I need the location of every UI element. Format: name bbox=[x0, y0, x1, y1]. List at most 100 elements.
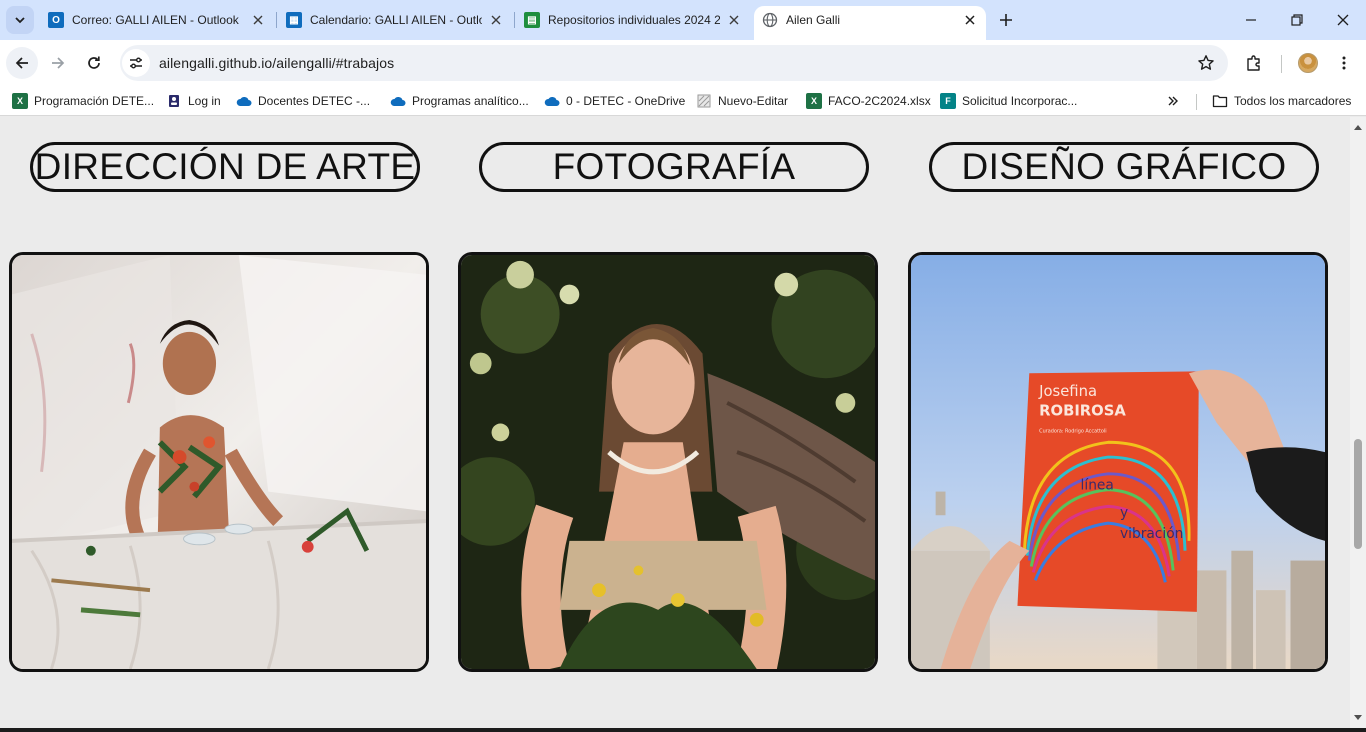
book-title-line-1: línea bbox=[1081, 478, 1114, 494]
calendar-icon: ▦ bbox=[286, 12, 302, 28]
scroll-down-arrow[interactable] bbox=[1354, 714, 1362, 722]
all-bookmarks-button[interactable]: Todos los marcadores bbox=[1212, 91, 1351, 111]
close-icon[interactable] bbox=[250, 12, 266, 28]
bookmark-label: Docentes DETEC -... bbox=[258, 94, 371, 108]
edit-icon bbox=[696, 93, 712, 109]
book-author-last: ROBIROSA bbox=[1039, 403, 1126, 420]
close-window-button[interactable] bbox=[1320, 0, 1366, 40]
forms-icon: F bbox=[940, 93, 956, 109]
onedrive-icon bbox=[390, 93, 406, 109]
category-label: DISEÑO GRÁFICO bbox=[961, 146, 1287, 187]
tab-strip: O Correo: GALLI AILEN - Outlook ▦ Calend… bbox=[0, 0, 1366, 40]
profile-button[interactable] bbox=[1292, 47, 1324, 79]
bookmark-star-button[interactable] bbox=[1196, 53, 1216, 73]
scroll-thumb[interactable] bbox=[1354, 439, 1362, 549]
book-title-line-3: vibración bbox=[1120, 526, 1183, 542]
restore-button[interactable] bbox=[1274, 0, 1320, 40]
close-icon[interactable] bbox=[488, 12, 504, 28]
arrow-left-icon bbox=[15, 57, 28, 69]
forward-button[interactable] bbox=[42, 47, 74, 79]
login-icon bbox=[166, 93, 182, 109]
tab-separator bbox=[276, 12, 277, 28]
bookmark-label: Nuevo-Editar bbox=[718, 94, 789, 108]
book-subtitle: Curadora: Rodrigo Accattoli bbox=[1039, 428, 1107, 434]
tab-title: Repositorios individuales 2024 2 bbox=[548, 13, 720, 27]
folder-icon bbox=[1212, 93, 1228, 109]
category-direccion-de-arte[interactable]: DIRECCIÓN DE ARTE bbox=[30, 142, 420, 192]
more-vert-icon bbox=[1342, 56, 1346, 70]
bookmark-label: Programación DETE... bbox=[34, 94, 155, 108]
close-icon[interactable] bbox=[962, 12, 978, 28]
category-fotografia[interactable]: FOTOGRAFÍA bbox=[479, 142, 869, 192]
art-direction-photo bbox=[12, 255, 426, 669]
bookmark-item[interactable]: Programas analítico... bbox=[390, 91, 529, 111]
category-label: DIRECCIÓN DE ARTE bbox=[34, 146, 416, 187]
bookmark-item[interactable]: X FACO-2C2024.xlsx bbox=[806, 91, 931, 111]
sheets-icon: ▤ bbox=[524, 12, 540, 28]
excel-icon: X bbox=[12, 93, 28, 109]
bookmark-label: Programas analítico... bbox=[412, 94, 529, 108]
category-diseno-grafico[interactable]: DISEÑO GRÁFICO bbox=[929, 142, 1319, 192]
bookmark-item[interactable]: F Solicitud Incorporac... bbox=[940, 91, 1077, 111]
browser-toolbar: ailengalli.github.io/ailengalli/#trabajo… bbox=[0, 40, 1366, 86]
bookmark-label: Log in bbox=[188, 94, 221, 108]
reload-button[interactable] bbox=[78, 47, 110, 79]
extensions-button[interactable] bbox=[1238, 47, 1270, 79]
tab-sheets-repositorios[interactable]: ▤ Repositorios individuales 2024 2 bbox=[516, 6, 750, 34]
graphic-design-image[interactable]: Josefina ROBIROSA Curadora: Rodrigo Acca… bbox=[908, 252, 1328, 672]
all-bookmarks-label: Todos los marcadores bbox=[1234, 94, 1352, 108]
new-tab-button[interactable] bbox=[994, 8, 1018, 32]
category-label: FOTOGRAFÍA bbox=[552, 146, 796, 187]
outlook-icon: O bbox=[48, 12, 64, 28]
bookmark-item[interactable]: Docentes DETEC -... bbox=[236, 91, 370, 111]
tab-title: Calendario: GALLI AILEN - Outlo bbox=[310, 13, 482, 27]
taskbar-edge bbox=[0, 728, 1366, 732]
tune-icon bbox=[130, 57, 142, 69]
bookmark-item[interactable]: Nuevo-Editar bbox=[696, 91, 788, 111]
bookmarks-separator bbox=[1196, 94, 1197, 110]
excel-icon: X bbox=[806, 93, 822, 109]
menu-button[interactable] bbox=[1328, 47, 1360, 79]
close-icon[interactable] bbox=[726, 12, 742, 28]
tab-outlook-mail[interactable]: O Correo: GALLI AILEN - Outlook bbox=[40, 6, 274, 34]
book-title-line-2: y bbox=[1120, 505, 1128, 521]
bookmarks-bar: X Programación DETE... Log in Docentes D… bbox=[0, 86, 1366, 116]
close-icon bbox=[1337, 14, 1349, 26]
plus-icon bbox=[1000, 14, 1012, 26]
minimize-button[interactable] bbox=[1228, 0, 1274, 40]
arrow-right-icon bbox=[52, 57, 65, 69]
art-direction-image[interactable] bbox=[9, 252, 429, 672]
star-icon bbox=[1198, 55, 1214, 70]
photography-image[interactable] bbox=[458, 252, 878, 672]
page-content: DIRECCIÓN DE ARTE FOTOGRAFÍA DISEÑO GRÁF… bbox=[0, 117, 1350, 728]
toolbar-separator bbox=[1281, 55, 1282, 73]
bookmarks-overflow-button[interactable] bbox=[1162, 91, 1184, 111]
tab-outlook-calendar[interactable]: ▦ Calendario: GALLI AILEN - Outlo bbox=[278, 6, 512, 34]
bookmark-label: 0 - DETEC - OneDrive bbox=[566, 94, 686, 108]
globe-icon bbox=[762, 12, 778, 28]
site-info-button[interactable] bbox=[122, 49, 150, 77]
bookmark-label: Solicitud Incorporac... bbox=[962, 94, 1078, 108]
chevron-down-icon bbox=[15, 17, 25, 24]
double-chevron-right-icon bbox=[1168, 96, 1178, 106]
tab-search-button[interactable] bbox=[6, 6, 34, 34]
bookmark-label: FACO-2C2024.xlsx bbox=[828, 94, 931, 108]
scroll-up-arrow[interactable] bbox=[1354, 123, 1362, 131]
puzzle-icon bbox=[1247, 55, 1260, 71]
graphic-design-photo: Josefina ROBIROSA Curadora: Rodrigo Acca… bbox=[911, 255, 1325, 669]
address-bar[interactable]: ailengalli.github.io/ailengalli/#trabajo… bbox=[120, 45, 1228, 81]
photography-photo bbox=[461, 255, 875, 669]
onedrive-icon bbox=[236, 93, 252, 109]
bookmark-item[interactable]: X Programación DETE... bbox=[12, 91, 154, 111]
page-scrollbar[interactable] bbox=[1350, 117, 1366, 728]
bookmark-item[interactable]: 0 - DETEC - OneDrive bbox=[544, 91, 685, 111]
url-text[interactable]: ailengalli.github.io/ailengalli/#trabajo… bbox=[159, 55, 394, 71]
reload-icon bbox=[88, 56, 100, 69]
avatar bbox=[1298, 53, 1318, 73]
tab-title: Ailen Galli bbox=[786, 13, 841, 27]
bookmark-item[interactable]: Log in bbox=[166, 91, 221, 111]
tab-separator bbox=[514, 12, 515, 28]
back-button[interactable] bbox=[6, 47, 38, 79]
restore-icon bbox=[1291, 14, 1303, 26]
tab-ailen-galli[interactable]: Ailen Galli bbox=[754, 6, 986, 40]
